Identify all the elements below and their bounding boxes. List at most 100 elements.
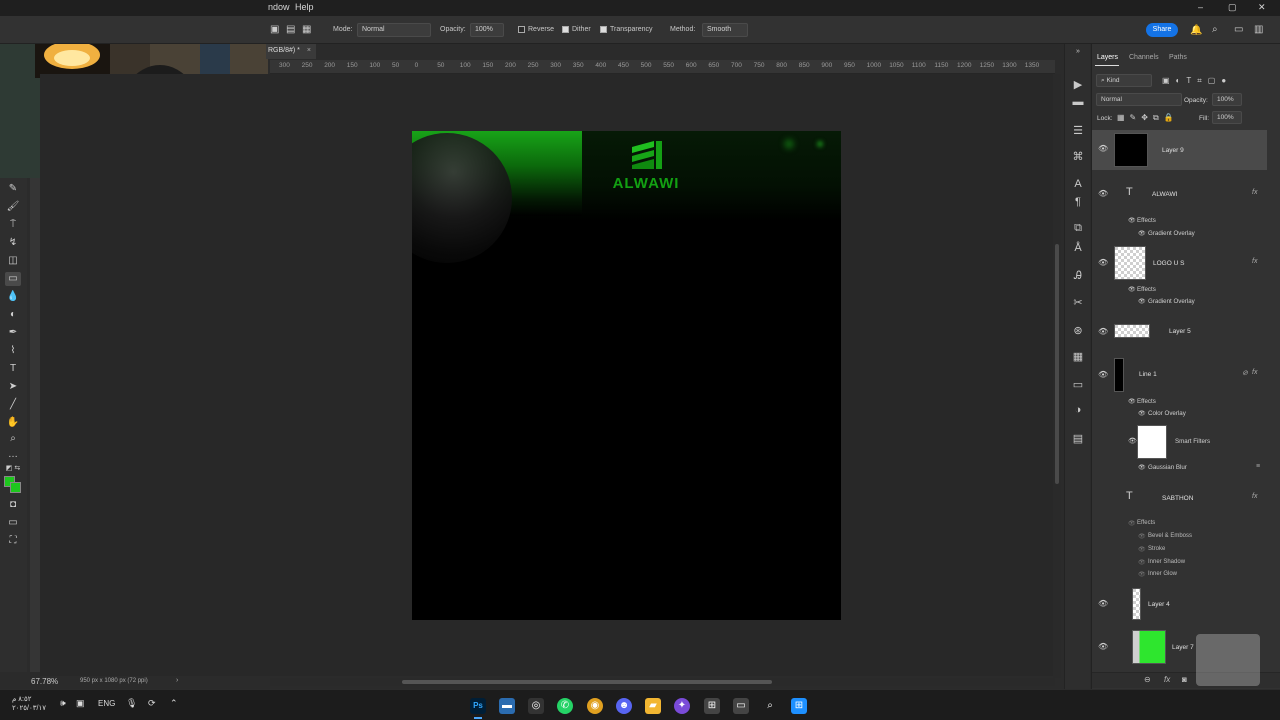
effects-eye-icon[interactable]: 👁 — [1128, 286, 1136, 293]
layer-row-line1[interactable]: 👁 Line 1 ⊘ fx — [1092, 356, 1267, 394]
method-dropdown[interactable]: Smooth — [702, 23, 748, 37]
minimize-icon[interactable]: – — [1198, 2, 1203, 12]
navigator-icon[interactable]: ⊛ — [1071, 324, 1085, 337]
comments-icon[interactable]: ▬ — [1071, 96, 1085, 108]
close-icon[interactable]: ✕ — [1258, 2, 1266, 13]
link-layers-icon[interactable]: ⊖ — [1144, 675, 1151, 684]
layer-row-sabthon[interactable]: T SABTHON fx — [1092, 486, 1267, 508]
gradient-linear-icon[interactable]: ▤ — [286, 24, 295, 35]
stamp-tool-icon[interactable]: ⍑ — [5, 218, 21, 232]
eraser-tool-icon[interactable]: ◫ — [5, 254, 21, 268]
actions-play-icon[interactable]: ▶ — [1071, 78, 1085, 91]
speaker-icon[interactable]: 🕪 — [60, 698, 66, 709]
chevron-up-icon[interactable]: ⌃ — [170, 698, 178, 709]
screen-mode-icon[interactable]: ▭ — [5, 516, 21, 530]
workspace-icon[interactable]: ▭ — [1234, 24, 1243, 35]
glyphs-icon[interactable]: ⧉ — [1071, 222, 1085, 235]
effect-eye-icon[interactable]: 👁 — [1138, 230, 1146, 237]
discord-taskbar-icon[interactable]: ☻ — [616, 698, 632, 714]
microphone-icon[interactable]: 🎙 — [126, 698, 137, 709]
visibility-eye-icon[interactable]: 👁 — [1098, 144, 1108, 153]
tab-paths[interactable]: Paths — [1169, 54, 1187, 61]
panels-icon[interactable]: ▥ — [1254, 24, 1263, 35]
layer-row-layer9[interactable]: 👁 Layer 9 — [1092, 130, 1267, 170]
line-tool-icon[interactable]: ╱ — [5, 398, 21, 412]
effect-inner-glow[interactable]: Inner Glow — [1148, 571, 1177, 577]
fx-icon[interactable]: fx — [1252, 493, 1257, 500]
layer-name[interactable]: Line 1 — [1139, 371, 1157, 378]
character-styles-icon[interactable]: Å — [1071, 242, 1085, 254]
mode-dropdown[interactable]: Normal — [357, 23, 431, 37]
freeform-pen-icon[interactable]: ⌇ — [5, 344, 21, 358]
share-button[interactable]: Share — [1146, 23, 1178, 37]
task-view-taskbar-icon[interactable]: ▭ — [733, 698, 749, 714]
effect-stroke[interactable]: Stroke — [1148, 546, 1165, 552]
more-tools-icon[interactable]: … — [5, 448, 21, 462]
visibility-eye-icon[interactable]: 👁 — [1098, 258, 1108, 267]
smart-filter-mask[interactable] — [1137, 425, 1167, 459]
effects-eye-icon[interactable]: 👁 — [1128, 520, 1136, 527]
language-indicator[interactable]: ENG — [98, 699, 115, 708]
chrome-taskbar-icon[interactable]: ◉ — [587, 698, 603, 714]
eyedropper-tool-icon[interactable]: ✎ — [5, 182, 21, 196]
path-select-icon[interactable]: ➤ — [5, 380, 21, 394]
start-button-icon[interactable]: ⊞ — [791, 698, 807, 714]
visibility-eye-icon[interactable]: 👁 — [1098, 599, 1108, 608]
adjustments-icon[interactable]: ☰ — [1071, 124, 1085, 137]
gradient-tool-icon[interactable]: ▭ — [5, 272, 21, 286]
zoom-level[interactable]: 67.78% — [31, 677, 58, 686]
visibility-eye-icon[interactable]: 👁 — [1098, 189, 1108, 198]
effect-color-overlay[interactable]: Color Overlay — [1148, 410, 1186, 417]
effect-eye-icon[interactable]: 👁 — [1138, 559, 1146, 566]
effect-inner-shadow[interactable]: Inner Shadow — [1148, 559, 1185, 565]
effect-eye-icon[interactable]: 👁 — [1138, 298, 1146, 305]
menu-window[interactable]: ndow — [268, 2, 290, 12]
tool-presets-icon[interactable]: ✂ — [1071, 296, 1085, 309]
search-taskbar-icon[interactable]: ⌕ — [762, 698, 778, 714]
clock-time[interactable]: ٨:٥٢ م — [12, 695, 32, 703]
hand-tool-icon[interactable]: ✋ — [5, 416, 21, 430]
smart-object-link-icon[interactable]: ⊘ — [1242, 369, 1248, 377]
document-info[interactable]: 950 px x 1080 px (72 ppi) — [80, 678, 148, 684]
effect-eye-icon[interactable]: 👁 — [1138, 464, 1146, 471]
layer-name[interactable]: LOGO U S — [1153, 260, 1184, 267]
gradient-radial-icon[interactable]: ▦ — [302, 24, 311, 35]
network-icon[interactable]: ▣ — [76, 698, 85, 709]
color-icon[interactable]: ◑ — [1071, 404, 1085, 416]
visibility-eye-icon[interactable]: 👁 — [1098, 370, 1108, 379]
document-canvas[interactable]: ALWAWI — [412, 131, 841, 620]
layer-opacity-field[interactable]: 100% — [1212, 93, 1242, 106]
file-explorer-taskbar-icon[interactable]: ▰ — [645, 698, 661, 714]
layer-name[interactable]: Layer 4 — [1148, 601, 1170, 608]
fx-icon[interactable]: fx — [1252, 369, 1257, 376]
copilot-taskbar-icon[interactable]: ✦ — [674, 698, 690, 714]
layer-name[interactable]: Layer 5 — [1169, 328, 1191, 335]
effect-eye-icon[interactable]: 👁 — [1138, 533, 1146, 540]
layer-filter-kind[interactable]: ⌕ Kind — [1096, 74, 1152, 87]
reverse-checkbox[interactable] — [518, 26, 525, 33]
effect-eye-icon[interactable]: 👁 — [1138, 571, 1146, 578]
photoshop-taskbar-icon[interactable]: Ps — [470, 698, 486, 714]
character-icon[interactable]: A — [1071, 178, 1085, 190]
smart-filters-eye-icon[interactable]: 👁 — [1128, 437, 1137, 445]
layer-row-alwawi[interactable]: 👁 T ALWAWI fx — [1092, 182, 1267, 204]
effect-eye-icon[interactable]: 👁 — [1138, 410, 1146, 417]
quick-mask-icon[interactable]: ◘ — [5, 498, 21, 512]
opacity-field[interactable]: 100% — [470, 23, 504, 37]
document-tab[interactable]: RGB/8#) * × — [266, 44, 316, 59]
layer-name[interactable]: Layer 9 — [1162, 147, 1184, 154]
tab-close-icon[interactable]: × — [307, 47, 311, 54]
effects-eye-icon[interactable]: 👁 — [1128, 217, 1136, 224]
filter-options-icon[interactable]: ≡ — [1256, 463, 1260, 470]
effect-gradient-overlay[interactable]: Gradient Overlay — [1148, 230, 1195, 237]
gradient-style-icon[interactable]: ▣ — [270, 24, 279, 35]
dither-checkbox[interactable] — [562, 26, 569, 33]
lock-icons[interactable]: ▦✎✥⧉🔒 — [1117, 113, 1179, 123]
search-icon[interactable]: ⌕ — [1212, 24, 1218, 35]
dodge-tool-icon[interactable]: ◐ — [5, 308, 21, 322]
filter-icons[interactable]: ▣◐T⌗▢● — [1162, 76, 1232, 86]
app-taskbar-icon[interactable]: ▬ — [499, 698, 515, 714]
gradients-icon[interactable]: ▤ — [1071, 432, 1085, 445]
tab-layers[interactable]: Layers — [1097, 54, 1118, 61]
maximize-icon[interactable]: ▢ — [1228, 2, 1237, 13]
